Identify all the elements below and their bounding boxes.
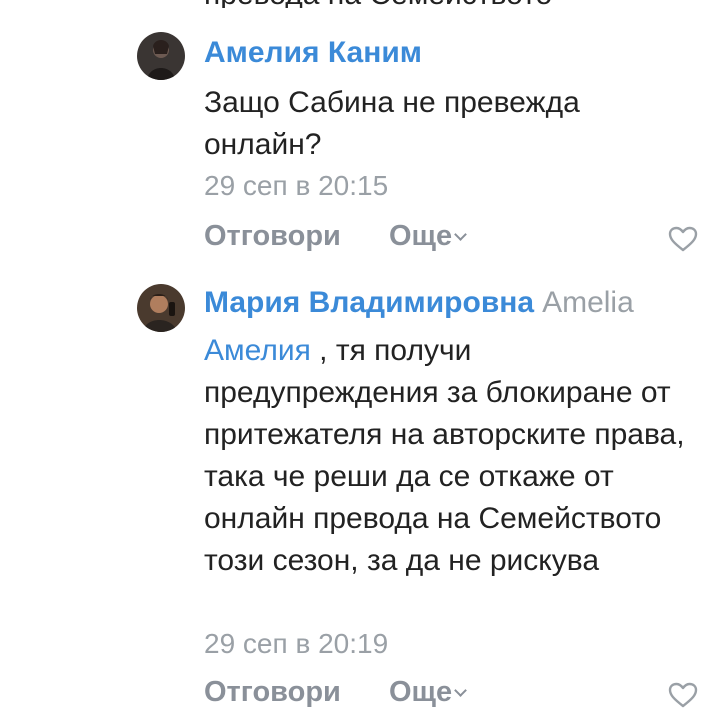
comment-body: , тя получи предупреждения за блокиране … xyxy=(204,334,685,577)
more-label: Още xyxy=(388,220,453,252)
comment-actions: Отговори Още xyxy=(204,676,467,709)
more-label: Още xyxy=(388,676,453,708)
mention-link[interactable]: Амелия xyxy=(204,334,311,367)
chevron-down-icon xyxy=(454,228,467,241)
user-avatar-icon xyxy=(137,32,185,80)
avatar[interactable] xyxy=(137,284,185,332)
comment-actions: Отговори Още xyxy=(204,220,467,253)
more-button[interactable]: Още xyxy=(388,220,467,252)
reply-button[interactable]: Отговори xyxy=(204,676,341,708)
heart-outline-icon xyxy=(668,226,698,252)
comment-timestamp[interactable]: 29 сеп в 20:19 xyxy=(204,628,388,660)
previous-comment-text-fragment: превода на Семейството xyxy=(204,0,552,8)
comment-text: Защо Сабина не превежда онлайн? xyxy=(204,86,580,161)
comment-timestamp[interactable]: 29 сеп в 20:15 xyxy=(204,170,388,202)
like-button[interactable] xyxy=(668,226,698,252)
comment-author[interactable]: Амелия Каним xyxy=(204,36,422,70)
user-avatar-icon xyxy=(137,284,185,332)
reply-to-name[interactable]: Amelia xyxy=(542,286,634,319)
like-button[interactable] xyxy=(668,682,698,708)
reply-button[interactable]: Отговори xyxy=(204,220,341,252)
avatar[interactable] xyxy=(137,32,185,80)
comment-author: Мария Владимировна Amelia xyxy=(204,286,634,320)
heart-outline-icon xyxy=(668,682,698,708)
more-button[interactable]: Още xyxy=(388,676,467,708)
author-name[interactable]: Мария Владимировна xyxy=(204,286,534,319)
chevron-down-icon xyxy=(454,684,467,697)
comment-text: Амелия , тя получи предупреждения за бло… xyxy=(204,330,704,582)
